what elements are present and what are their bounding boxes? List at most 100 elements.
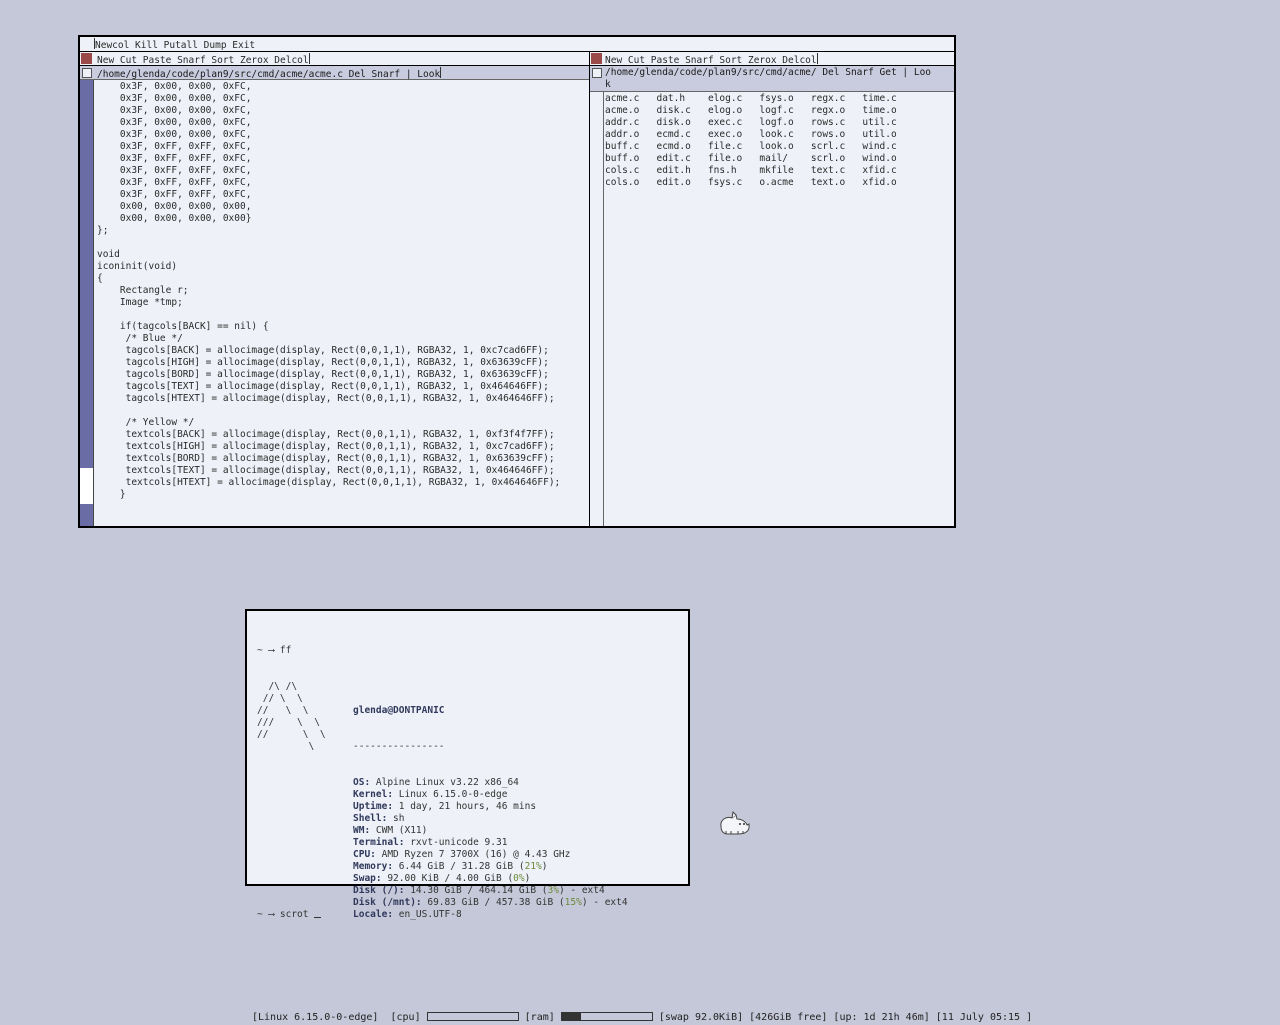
- code-line: tagcols[HTEXT] = allocimage(display, Rec…: [97, 393, 555, 404]
- window-drag-handle[interactable]: [592, 68, 602, 78]
- code-line: void: [97, 249, 120, 260]
- window-tag-text[interactable]: /home/glenda/code/plan9/src/cmd/acme/ De…: [605, 67, 931, 91]
- info-value: sh: [387, 813, 405, 824]
- info-line: CPU: AMD Ryzen 7 3700X (16) @ 4.43 GHz: [353, 849, 628, 861]
- column-tag[interactable]: New Cut Paste Snarf Sort Zerox Delcol: [590, 52, 954, 66]
- scrollbar[interactable]: [590, 92, 604, 526]
- terminal-cursor: [314, 917, 322, 918]
- column-drag-handle[interactable]: [81, 53, 92, 64]
- window-tag-acme-dir[interactable]: /home/glenda/code/plan9/src/cmd/acme/ De…: [590, 66, 954, 92]
- file-row[interactable]: acme.o disk.c elog.o logf.c regx.o time.…: [605, 105, 897, 117]
- info-value: CWM (X11): [370, 825, 428, 836]
- ram-meter: [560, 1012, 653, 1021]
- status-bar: [Linux 6.15.0-0-edge] [cpu] [ram] [swap …: [252, 1011, 1032, 1025]
- code-line: iconinit(void): [97, 261, 178, 272]
- info-percent: 0%: [513, 873, 525, 884]
- code-line: 0x3F, 0x00, 0x00, 0xFC,: [97, 81, 252, 92]
- cpu-meter: [426, 1012, 519, 1021]
- info-key: Disk (/mnt):: [353, 897, 422, 908]
- code-line: };: [97, 225, 109, 236]
- code-line: }: [97, 489, 126, 500]
- file-row[interactable]: acme.c dat.h elog.c fsys.o regx.c time.c: [605, 93, 897, 105]
- info-value: 6.44 GiB / 31.28 GiB (: [393, 861, 525, 872]
- info-line: Disk (/): 14.30 GiB / 464.14 GiB (3%) - …: [353, 885, 628, 897]
- file-row[interactable]: cols.o edit.o fsys.c o.acme text.o xfid.…: [605, 177, 897, 189]
- code-line: 0x3F, 0x00, 0x00, 0xFC,: [97, 105, 252, 116]
- logo-line: \: [257, 741, 315, 752]
- acme-column-left[interactable]: New Cut Paste Snarf Sort Zerox Delcol /h…: [80, 52, 589, 526]
- acme-main-tag[interactable]: Newcol Kill Putall Dump Exit: [80, 37, 954, 52]
- info-key: WM:: [353, 825, 371, 836]
- info-key: OS:: [353, 777, 371, 788]
- code-line: tagcols[BACK] = allocimage(display, Rect…: [97, 345, 549, 356]
- code-line: tagcols[HIGH] = allocimage(display, Rect…: [97, 357, 549, 368]
- kernel-status: [Linux 6.15.0-0-edge]: [252, 1012, 379, 1023]
- window-tag-acme-c[interactable]: /home/glenda/code/plan9/src/cmd/acme/acm…: [80, 66, 589, 80]
- code-line: {: [97, 273, 103, 284]
- window-tag-text[interactable]: /home/glenda/code/plan9/src/cmd/acme/acm…: [97, 67, 442, 81]
- logo-line: /\ /\: [257, 681, 298, 692]
- code-line: 0x3F, 0x00, 0x00, 0xFC,: [97, 93, 252, 104]
- file-row[interactable]: buff.c ecmd.o file.c look.o scrl.c wind.…: [605, 141, 897, 153]
- column-drag-handle[interactable]: [591, 53, 602, 64]
- file-row[interactable]: buff.o edit.c file.o mail/ scrl.o wind.o: [605, 153, 897, 165]
- code-line: textcols[TEXT] = allocimage(display, Rec…: [97, 465, 555, 476]
- window-drag-handle[interactable]: [82, 68, 92, 78]
- code-line: 0x3F, 0xFF, 0xFF, 0xFC,: [97, 141, 252, 152]
- info-key: Kernel:: [353, 789, 394, 800]
- user-host: glenda@DONTPANIC: [353, 705, 445, 716]
- code-line: Rectangle r;: [97, 285, 189, 296]
- terminal-window[interactable]: ~ ⟶ ff /\ /\ // \ \// \ \/// \ \// \ \ \…: [245, 609, 690, 920]
- column-tag-text[interactable]: New Cut Paste Snarf Sort Zerox Delcol: [605, 53, 818, 67]
- code-line: 0x00, 0x00, 0x00, 0x00,: [97, 201, 252, 212]
- code-line: 0x3F, 0xFF, 0xFF, 0xFC,: [97, 153, 252, 164]
- info-key: Disk (/):: [353, 885, 405, 896]
- editor-body[interactable]: 0x3F, 0x00, 0x00, 0xFC, 0x3F, 0x00, 0x00…: [97, 81, 560, 501]
- info-percent: 3%: [547, 885, 559, 896]
- info-value: 69.83 GiB / 457.38 GiB (: [421, 897, 565, 908]
- acme-window[interactable]: Newcol Kill Putall Dump Exit New Cut Pas…: [78, 35, 956, 528]
- code-line: Image *tmp;: [97, 297, 183, 308]
- info-line: Disk (/mnt): 69.83 GiB / 457.38 GiB (15%…: [353, 897, 628, 909]
- file-row[interactable]: addr.o ecmd.c exec.o look.c rows.o util.…: [605, 129, 897, 141]
- system-info: glenda@DONTPANIC ---------------- OS: Al…: [353, 681, 628, 945]
- info-tail: ) - ext4: [581, 897, 628, 908]
- file-row[interactable]: cols.c edit.h fns.h mkfile text.c xfid.c: [605, 165, 897, 177]
- acme-column-right[interactable]: New Cut Paste Snarf Sort Zerox Delcol /h…: [590, 52, 954, 526]
- scroll-thumb[interactable]: [80, 468, 93, 504]
- terminal-output[interactable]: ~ ⟶ ff /\ /\ // \ \// \ \/// \ \// \ \ \…: [257, 621, 628, 945]
- info-percent: 15%: [564, 897, 582, 908]
- directory-listing[interactable]: acme.c dat.h elog.c fsys.o regx.c time.c…: [605, 93, 897, 189]
- code-line: 0x3F, 0xFF, 0xFF, 0xFC,: [97, 165, 252, 176]
- info-line: Uptime: 1 day, 21 hours, 46 mins: [353, 801, 628, 813]
- file-row[interactable]: addr.c disk.o exec.c logf.o rows.c util.…: [605, 117, 897, 129]
- code-line: 0x3F, 0xFF, 0xFF, 0xFC,: [97, 177, 252, 188]
- info-line: Memory: 6.44 GiB / 31.28 GiB (21%): [353, 861, 628, 873]
- code-line: if(tagcols[BACK] == nil) {: [97, 321, 269, 332]
- info-list: OS: Alpine Linux v3.22 x86_64 Kernel: Lin…: [353, 777, 628, 921]
- scrollbar[interactable]: [80, 80, 94, 526]
- main-tag-text[interactable]: Newcol Kill Putall Dump Exit: [94, 38, 255, 52]
- code-line: 0x00, 0x00, 0x00, 0x00}: [97, 213, 252, 224]
- prompt-line: ~ ⟶ ff: [257, 645, 292, 656]
- cpu-label: [cpu]: [390, 1012, 421, 1023]
- info-value: 92.00 KiB / 4.00 GiB (: [381, 873, 514, 884]
- info-line: Terminal: rxvt-unicode 9.31: [353, 837, 628, 849]
- prompt-line[interactable]: ~ ⟶ scrot: [257, 909, 322, 921]
- info-line: Locale: en_US.UTF-8: [353, 909, 628, 921]
- info-key: CPU:: [353, 849, 376, 860]
- info-key: Uptime:: [353, 801, 394, 812]
- alpine-logo: /\ /\ // \ \// \ \/// \ \// \ \ \: [257, 681, 326, 753]
- info-line: OS: Alpine Linux v3.22 x86_64: [353, 777, 628, 789]
- fastfetch-output: /\ /\ // \ \// \ \/// \ \// \ \ \ glenda…: [257, 681, 628, 920]
- info-tail: ) - ext4: [558, 885, 605, 896]
- column-tag-text[interactable]: New Cut Paste Snarf Sort Zerox Delcol: [97, 53, 310, 67]
- code-line: textcols[HIGH] = allocimage(display, Rec…: [97, 441, 555, 452]
- code-line: 0x3F, 0x00, 0x00, 0xFC,: [97, 129, 252, 140]
- info-line: Shell: sh: [353, 813, 628, 825]
- code-line: 0x3F, 0x00, 0x00, 0xFC,: [97, 117, 252, 128]
- column-tag[interactable]: New Cut Paste Snarf Sort Zerox Delcol: [80, 52, 589, 66]
- info-value: Alpine Linux v3.22 x86_64: [370, 777, 519, 788]
